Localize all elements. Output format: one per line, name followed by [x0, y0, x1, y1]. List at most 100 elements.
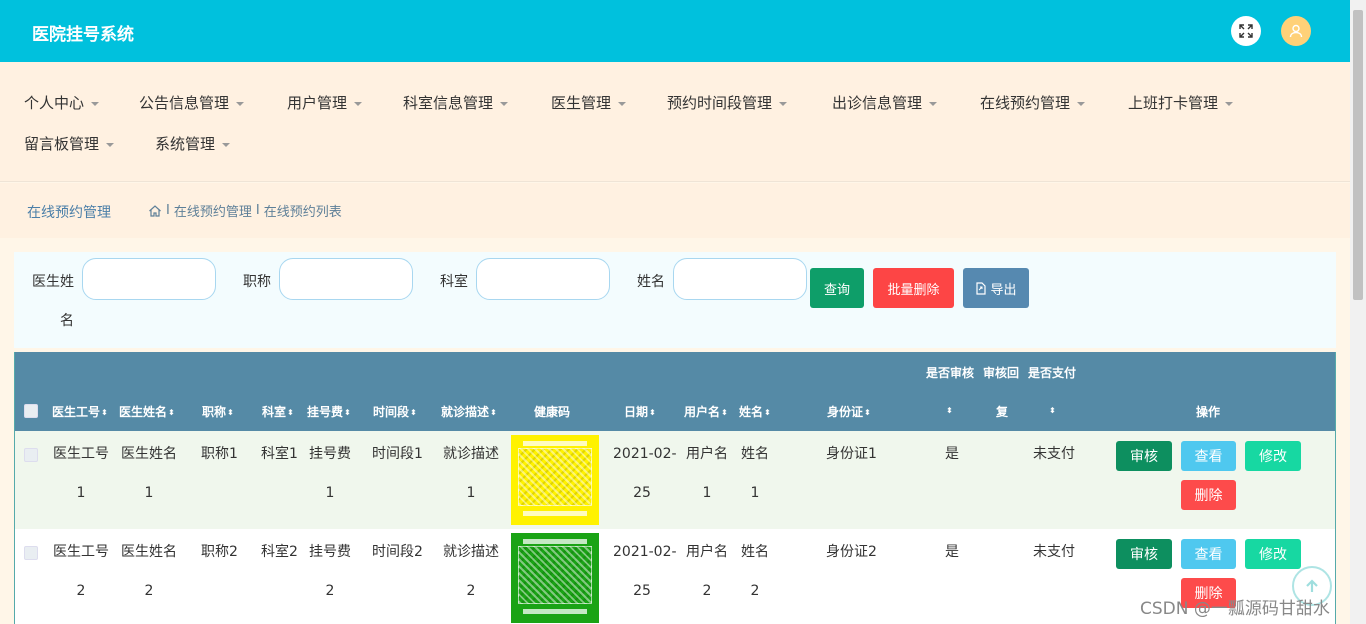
col-reply: 审核回 [983, 366, 1020, 380]
col-slot[interactable]: 时间段⬍ [373, 403, 417, 420]
table-header: 医生工号⬍ 医生姓名⬍ 职称⬍ 科室⬍ 挂号费⬍ 时间段⬍ 就诊描述⬍ 健康码 … [15, 352, 1335, 431]
menu-item-system[interactable]: 系统管理 [155, 133, 231, 154]
chevron-down-icon [222, 142, 231, 147]
chevron-down-icon [500, 101, 509, 106]
sort-icon: ⬍ [764, 407, 771, 417]
breadcrumb-item: 在线预约列表 [263, 205, 342, 220]
col-username[interactable]: 用户名⬍ [684, 403, 728, 420]
doctor-name-input[interactable] [82, 258, 216, 300]
chevron-down-icon [236, 101, 245, 106]
sort-icon: ⬍ [227, 407, 234, 417]
cell-date: 2021-02- 25 [613, 446, 677, 501]
col-reply-cont: 复 [996, 405, 1009, 419]
breadcrumb-separator: I [166, 203, 170, 218]
cell-fee: 挂号费 1 [309, 446, 351, 501]
cell-doctor-no: 医生工号 1 [53, 446, 109, 501]
chevron-down-icon [1225, 101, 1234, 106]
chevron-down-icon [779, 101, 788, 106]
department-input[interactable] [476, 258, 610, 300]
col-audited: 是否审核 [926, 366, 975, 380]
sort-icon: ⬍ [490, 407, 497, 417]
page-scrollbar[interactable] [1350, 0, 1366, 624]
cell-title: 职称1 [201, 446, 238, 462]
edit-button[interactable]: 修改 [1245, 539, 1301, 569]
audit-button[interactable]: 审核 [1116, 539, 1172, 569]
delete-button[interactable]: 删除 [1181, 480, 1236, 510]
chevron-down-icon [354, 101, 363, 106]
cell-dept: 科室2 [261, 544, 298, 560]
chevron-down-icon [1077, 101, 1086, 106]
table-row: 医生工号 2 医生姓名 2 职称2 科室2 挂号费 2 时间段2 就诊描述 2 2021… [15, 529, 1335, 624]
sort-icon: ⬍ [101, 407, 108, 417]
export-button[interactable]: 导出 [963, 268, 1029, 308]
menu-item-online-booking[interactable]: 在线预约管理 [980, 92, 1086, 113]
row-checkbox[interactable] [24, 546, 38, 560]
sort-icon: ⬍ [721, 407, 728, 417]
cell-doctor-no: 医生工号 2 [53, 544, 109, 599]
view-button[interactable]: 查看 [1181, 441, 1236, 471]
cell-id-card: 身份证2 [826, 544, 877, 560]
cell-desc: 就诊描述 1 [443, 446, 499, 501]
col-doctor-name[interactable]: 医生姓名⬍ [119, 403, 175, 420]
menu-item-departments[interactable]: 科室信息管理 [403, 92, 509, 113]
main-menu: 个人中心 公告信息管理 用户管理 科室信息管理 医生管理 预约时间段管理 出诊信… [0, 62, 1350, 182]
cell-name: 姓名 1 [741, 446, 769, 501]
col-name[interactable]: 姓名⬍ [739, 403, 771, 420]
title-input[interactable] [279, 258, 413, 300]
cell-slot: 时间段2 [372, 544, 423, 560]
cell-id-card: 身份证1 [826, 446, 877, 462]
cell-fee: 挂号费 2 [309, 544, 351, 599]
menu-item-time-slots[interactable]: 预约时间段管理 [667, 92, 788, 113]
title-label: 职称 [243, 274, 271, 290]
menu-item-users[interactable]: 用户管理 [287, 92, 363, 113]
edit-button[interactable]: 修改 [1245, 441, 1301, 471]
user-icon[interactable] [1281, 16, 1311, 46]
sort-icon: ⬍ [649, 407, 656, 417]
row-checkbox[interactable] [24, 448, 38, 462]
col-title[interactable]: 职称⬍ [202, 403, 234, 420]
sort-icon[interactable]: ⬍ [1048, 403, 1056, 417]
menu-item-doctors[interactable]: 医生管理 [551, 92, 627, 113]
bulk-delete-button[interactable]: 批量删除 [873, 268, 954, 308]
name-input[interactable] [673, 258, 807, 300]
top-bar: 医院挂号系统 [0, 0, 1350, 62]
fullscreen-icon[interactable] [1231, 16, 1261, 46]
col-desc[interactable]: 就诊描述⬍ [441, 403, 497, 420]
cell-paid: 未支付 [1033, 446, 1075, 462]
cell-name: 姓名 2 [741, 544, 769, 599]
audit-button[interactable]: 审核 [1116, 441, 1172, 471]
menu-item-notice[interactable]: 公告信息管理 [139, 92, 245, 113]
chevron-down-icon [106, 142, 115, 147]
app-title: 医院挂号系统 [32, 25, 134, 45]
chevron-down-icon [929, 101, 938, 106]
menu-item-clock-in[interactable]: 上班打卡管理 [1128, 92, 1234, 113]
col-id-card[interactable]: 身份证⬍ [827, 403, 871, 420]
cell-paid: 未支付 [1033, 544, 1075, 560]
breadcrumb: I 在线预约管理 I 在线预约列表 [148, 201, 342, 220]
home-icon[interactable] [148, 204, 162, 218]
select-all-checkbox[interactable] [24, 404, 38, 418]
cell-date: 2021-02- 25 [613, 544, 677, 599]
cell-doctor-name: 医生姓名 1 [121, 446, 177, 501]
sort-icon[interactable]: ⬍ [945, 403, 953, 417]
search-button[interactable]: 查询 [810, 268, 864, 308]
breadcrumb-item[interactable]: 在线预约管理 [174, 201, 252, 220]
menu-item-message-board[interactable]: 留言板管理 [24, 133, 115, 154]
export-icon [976, 281, 987, 295]
col-dept[interactable]: 科室⬍ [262, 403, 294, 420]
col-date[interactable]: 日期⬍ [624, 403, 656, 420]
col-health-code: 健康码 [534, 405, 571, 419]
view-button[interactable]: 查看 [1181, 539, 1236, 569]
menu-item-visits[interactable]: 出诊信息管理 [832, 92, 938, 113]
scrollbar-thumb[interactable] [1353, 10, 1363, 300]
health-code-image[interactable] [511, 533, 599, 623]
col-paid: 是否支付 [1028, 366, 1077, 380]
col-ops: 操作 [1196, 405, 1221, 419]
cell-username: 用户名 1 [686, 446, 728, 501]
menu-item-personal-center[interactable]: 个人中心 [24, 92, 100, 113]
col-fee[interactable]: 挂号费⬍ [307, 403, 351, 420]
booking-table: 医生工号⬍ 医生姓名⬍ 职称⬍ 科室⬍ 挂号费⬍ 时间段⬍ 就诊描述⬍ 健康码 … [14, 352, 1336, 624]
col-doctor-no[interactable]: 医生工号⬍ [52, 403, 108, 420]
health-code-image[interactable] [511, 435, 599, 525]
breadcrumb-bar: 在线预约管理 I 在线预约管理 I 在线预约列表 [0, 183, 1350, 238]
